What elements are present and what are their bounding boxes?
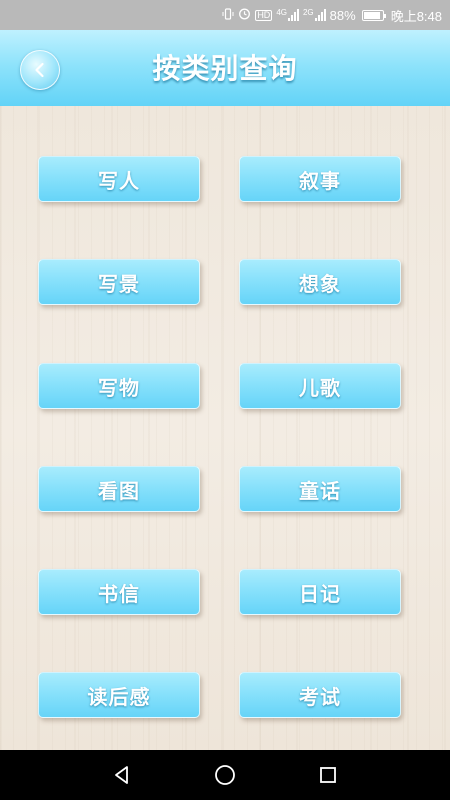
status-bar: HD 4G 2G 88% 晚上8:48 [0, 0, 450, 30]
back-triangle-icon[interactable] [110, 763, 134, 787]
category-button-shuxin[interactable]: 书信 [38, 569, 200, 615]
battery-icon [361, 9, 386, 21]
category-button-duhougan[interactable]: 读后感 [38, 672, 200, 718]
category-button-tonghua[interactable]: 童话 [239, 466, 401, 512]
clock-time: 晚上8:48 [390, 8, 442, 24]
home-circle-icon[interactable] [213, 763, 237, 787]
battery-percent: 88% [329, 7, 356, 23]
signal-strength-icon [287, 9, 299, 21]
chevron-left-icon [31, 61, 49, 79]
category-button-kantu[interactable]: 看图 [38, 466, 200, 512]
page-title: 按类别查询 [152, 52, 298, 85]
app-header: 按类别查询 [0, 30, 450, 106]
alarm-icon [238, 7, 251, 23]
category-grid: 写人 叙事 写景 想象 写物 儿歌 看图 童话 书信 日记 读后感 考试 [0, 106, 450, 750]
signal-strength-icon [314, 9, 326, 21]
category-button-xiewu[interactable]: 写物 [38, 363, 200, 409]
hd-badge: HD [255, 9, 273, 21]
category-button-erge[interactable]: 儿歌 [239, 363, 401, 409]
system-nav-bar [0, 750, 450, 800]
category-button-xiangxiang[interactable]: 想象 [239, 259, 401, 305]
signal-2g: 2G [303, 9, 326, 21]
signal-4g: 4G [276, 9, 299, 21]
back-button[interactable] [20, 50, 60, 90]
category-button-riji[interactable]: 日记 [239, 569, 401, 615]
category-button-xushi[interactable]: 叙事 [239, 156, 401, 202]
vibrate-icon [222, 7, 234, 23]
recents-square-icon[interactable] [316, 763, 340, 787]
category-button-xieren[interactable]: 写人 [38, 156, 200, 202]
category-button-xiejing[interactable]: 写景 [38, 259, 200, 305]
category-button-kaoshi[interactable]: 考试 [239, 672, 401, 718]
